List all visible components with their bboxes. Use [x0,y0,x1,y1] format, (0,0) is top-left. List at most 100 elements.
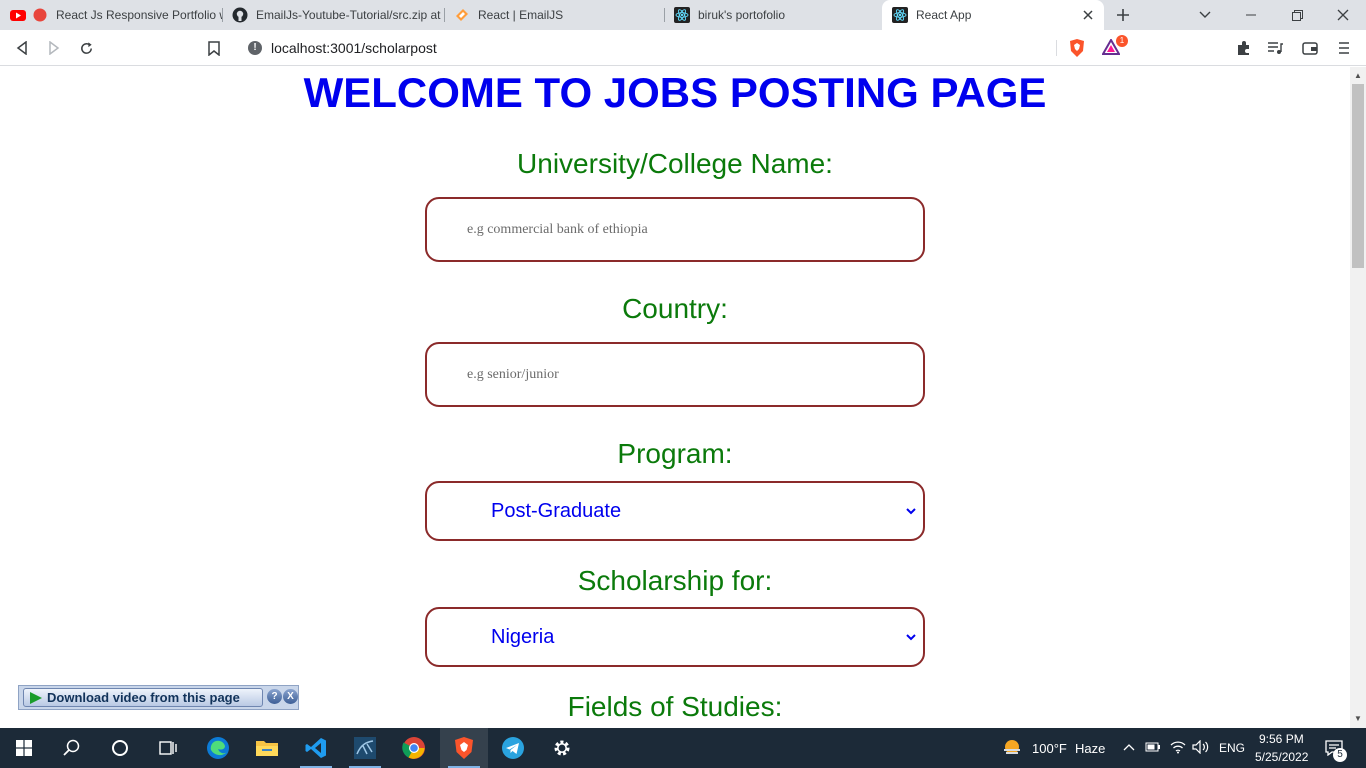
chevron-down-icon [906,508,916,515]
search-button[interactable] [48,728,96,768]
playlist-button[interactable] [1265,38,1285,58]
reload-button[interactable] [76,38,96,58]
taskbar-edge[interactable] [194,728,242,768]
tab-label: EmailJs-Youtube-Tutorial/src.zip at [256,8,441,22]
taskbar-file-explorer[interactable] [243,728,291,768]
tab-react-app[interactable]: React App [882,0,1104,30]
plus-icon [1117,9,1129,21]
close-icon[interactable]: X [283,689,298,704]
cortana-button[interactable] [96,728,144,768]
rewards-badge: 1 [1116,35,1128,47]
menu-button[interactable] [1334,38,1354,58]
react-icon [674,7,690,23]
github-icon [232,7,248,23]
toolbar: ! localhost:3001/scholarpost 1 [0,30,1366,66]
country-input[interactable] [425,342,925,407]
wallet-icon [1302,42,1318,55]
site-info-icon[interactable]: ! [248,41,262,55]
scholarship-for-label: Scholarship for: [577,565,773,596]
reload-icon [80,41,92,54]
search-icon [63,739,80,756]
scholarship-selected-value: Nigeria [491,626,555,648]
tab-label: React App [916,8,972,22]
wallet-button[interactable] [1300,38,1320,58]
download-video-button[interactable]: Download video from this page [23,688,263,707]
vscode-icon [305,738,326,758]
tab-label: biruk's portofolio [698,8,785,22]
weather-haze-icon[interactable] [1001,737,1023,759]
url-text[interactable]: localhost:3001/scholarpost [271,40,437,56]
page-viewport: WELCOME TO JOBS POSTING PAGE University/… [0,67,1350,728]
weather-temperature[interactable]: 100°F [1032,741,1067,756]
brave-shields-icon[interactable] [1068,38,1086,58]
forward-button[interactable] [44,38,64,58]
tab-github-emailjs[interactable]: EmailJs-Youtube-Tutorial/src.zip at [222,0,444,30]
tab-label: React Js Responsive Portfolio w [56,8,222,22]
scrollbar-thumb[interactable] [1352,84,1364,268]
chevron-up-icon[interactable] [1123,743,1135,751]
task-view-button[interactable] [144,728,192,768]
windows-icon [16,740,32,756]
taskbar-chrome[interactable] [390,728,438,768]
play-icon [30,691,42,704]
chevron-down-icon [1199,11,1211,18]
scholarship-for-select[interactable]: Nigeria [425,607,925,667]
telegram-icon [502,737,524,759]
address-bar[interactable]: ! localhost:3001/scholarpost 1 [238,34,1130,62]
menu-icon [1339,42,1349,54]
download-video-label: Download video from this page [47,690,240,705]
mysql-workbench-icon [354,737,376,759]
taskbar-vscode[interactable] [292,728,340,768]
youtube-icon [10,10,26,21]
close-window-button[interactable] [1320,0,1366,30]
tab-search-button[interactable] [1182,0,1228,30]
scroll-down-icon[interactable]: ▼ [1353,714,1363,724]
back-button[interactable] [12,38,32,58]
restore-icon [1291,9,1303,21]
scroll-up-icon[interactable]: ▲ [1353,71,1363,81]
chrome-icon [402,737,425,759]
gear-icon [554,740,570,756]
program-selected-value: Post-Graduate [491,500,622,522]
clock-date[interactable]: 5/25/2022 [1255,750,1308,764]
taskbar-telegram[interactable] [489,728,537,768]
university-input[interactable] [425,197,925,262]
language-indicator[interactable]: ENG [1219,741,1245,755]
page-title: WELCOME TO JOBS POSTING PAGE [303,69,1047,116]
taskbar-settings[interactable] [538,728,586,768]
university-label: University/College Name: [517,148,833,179]
bookmark-icon [208,40,220,56]
weather-description[interactable]: Haze [1075,741,1105,756]
start-button[interactable] [0,728,48,768]
country-label: Country: [622,293,728,324]
recording-icon [33,8,47,22]
battery-icon[interactable] [1145,741,1161,753]
extensions-button[interactable] [1234,38,1254,58]
minimize-icon [1246,14,1256,16]
help-icon[interactable]: ? [267,689,282,704]
bookmark-button[interactable] [204,38,224,58]
minimize-button[interactable] [1228,0,1274,30]
program-select[interactable]: Post-Graduate [425,481,925,541]
edge-icon [207,737,229,759]
clock-time[interactable]: 9:56 PM [1259,732,1304,746]
emailjs-icon [456,9,468,21]
restore-button[interactable] [1274,0,1320,30]
chevron-down-icon [906,634,916,641]
taskbar-mysql-workbench[interactable] [341,728,389,768]
arrow-left-icon [16,41,27,55]
tab-strip: React Js Responsive Portfolio w EmailJs-… [0,0,1366,30]
tab-label: React | EmailJS [478,8,564,22]
close-tab-icon[interactable] [1080,7,1096,23]
notification-count-badge: 5 [1333,748,1347,762]
playlist-icon [1268,42,1283,54]
tab-biruk-portfolio[interactable]: biruk's portofolio [664,0,882,30]
taskbar-brave[interactable] [440,728,488,768]
puzzle-icon [1238,41,1249,55]
tab-emailjs[interactable]: React | EmailJS [444,0,664,30]
wifi-icon[interactable] [1170,740,1186,754]
new-tab-button[interactable] [1100,0,1146,30]
volume-icon[interactable] [1192,740,1210,754]
tab-youtube-portfolio[interactable]: React Js Responsive Portfolio w [0,0,222,30]
windows-taskbar: 100°F Haze ENG 9:56 PM 5/25/2022 5 [0,728,1366,768]
